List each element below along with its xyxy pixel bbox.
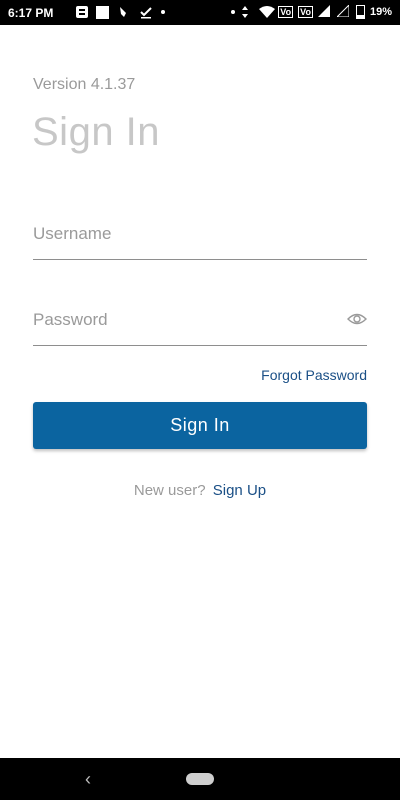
message-icon xyxy=(76,6,88,18)
sign-in-button[interactable]: Sign In xyxy=(33,402,367,449)
sign-up-link[interactable]: Sign Up xyxy=(213,482,266,499)
dot-icon xyxy=(161,10,165,14)
lte-icon-2: Vo xyxy=(298,6,313,18)
data-arrows-icon xyxy=(240,5,254,19)
version-label: Version 4.1.37 xyxy=(33,76,136,93)
signal-icon-2 xyxy=(335,3,351,19)
username-field xyxy=(33,219,367,260)
home-pill-icon[interactable] xyxy=(186,773,214,785)
signal-icon xyxy=(317,5,332,19)
password-field xyxy=(33,305,367,346)
new-user-prompt: New user? xyxy=(133,482,206,499)
navigation-bar: ‹ xyxy=(0,758,400,800)
status-right-icons: Vo Vo 19% xyxy=(231,3,392,19)
wifi-icon xyxy=(259,5,276,19)
page-title: Sign In xyxy=(32,110,161,154)
lte-icon-1: Vo xyxy=(278,6,294,18)
username-input[interactable] xyxy=(33,219,333,249)
dot-icon xyxy=(231,10,236,14)
password-input[interactable] xyxy=(33,305,333,335)
status-left-icons xyxy=(76,5,165,19)
forgot-password-link[interactable]: Forgot Password xyxy=(261,367,367,383)
square-icon xyxy=(96,5,109,19)
check-icon xyxy=(139,5,153,19)
signup-row: New user? Sign Up xyxy=(0,482,400,499)
battery-icon xyxy=(355,5,365,19)
status-time: 6:17 PM xyxy=(8,6,54,20)
battery-percent: 19% xyxy=(369,6,392,18)
eye-icon[interactable] xyxy=(347,311,367,327)
key-icon xyxy=(117,5,131,19)
status-bar: 6:17 PM Vo Vo 19% xyxy=(0,0,400,25)
back-icon[interactable]: ‹ xyxy=(78,769,98,789)
